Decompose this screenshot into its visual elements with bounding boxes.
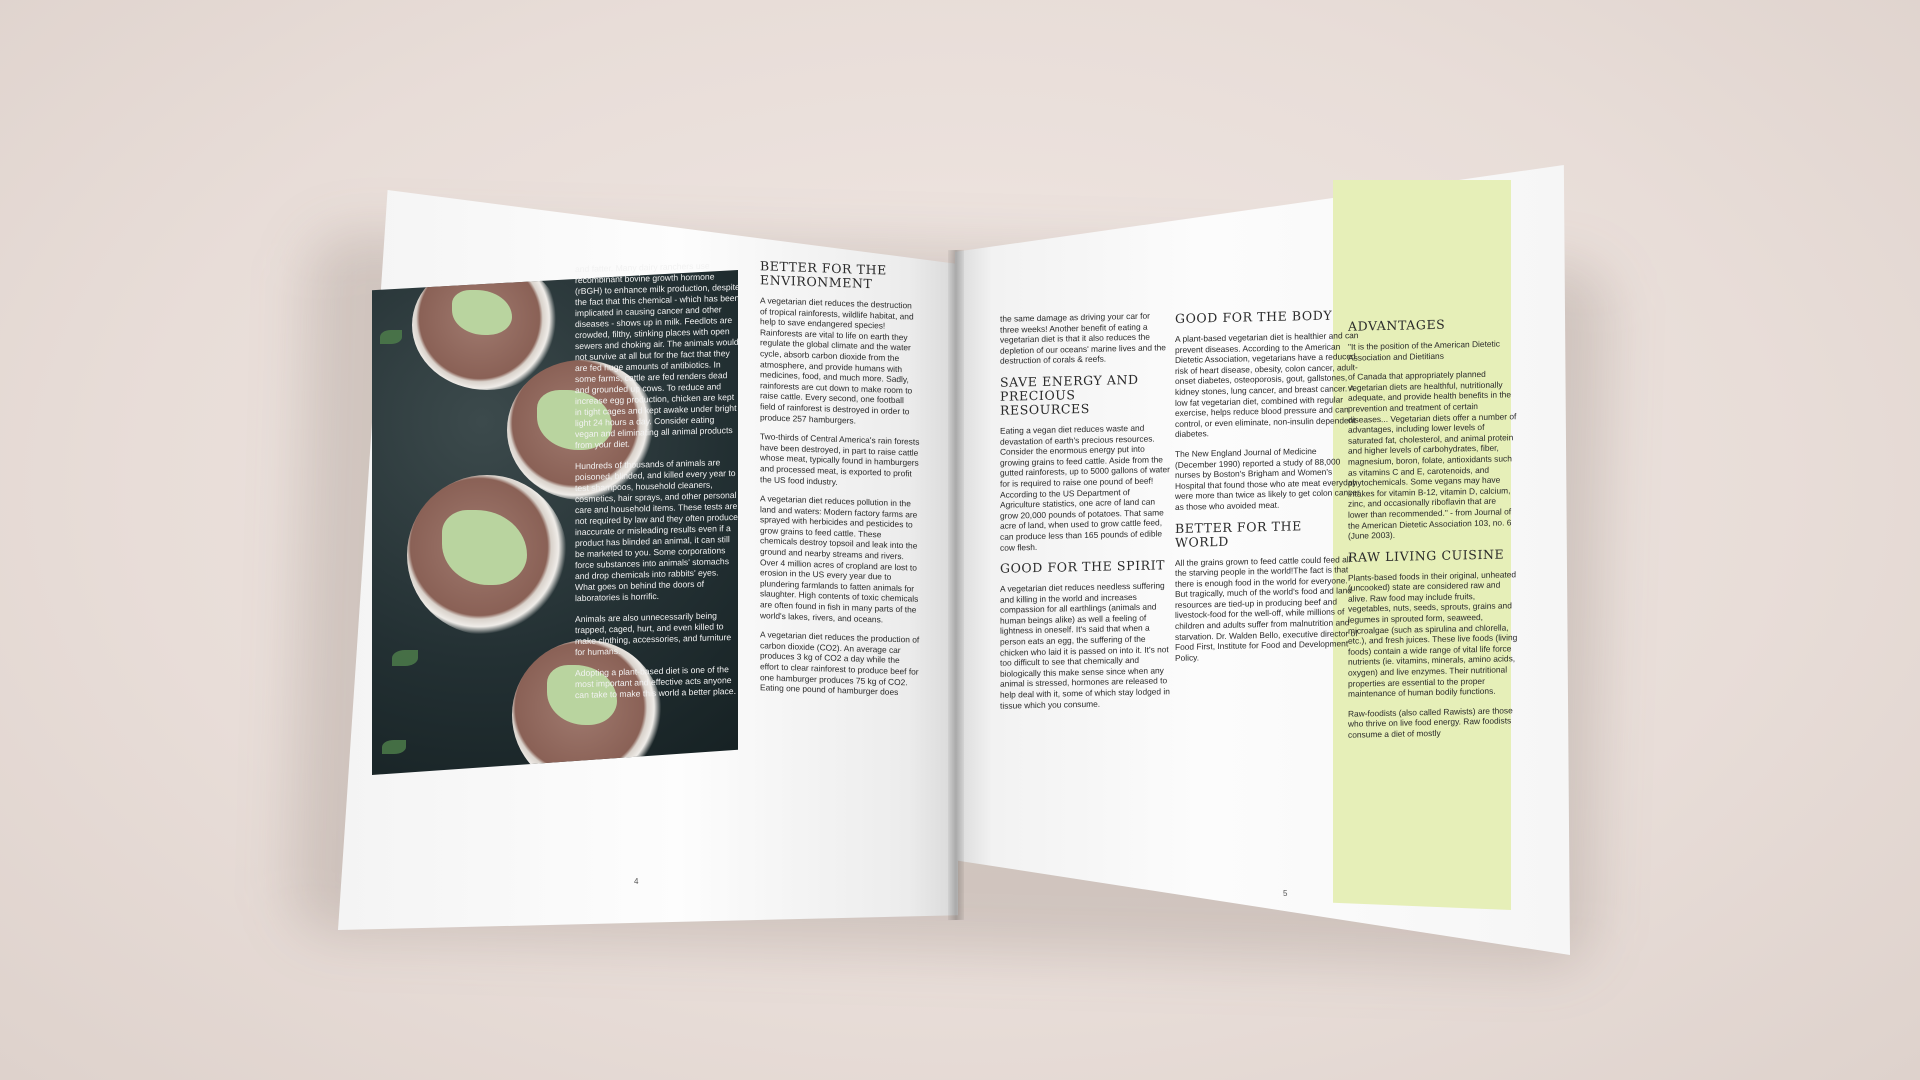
body-paragraph: The New England Journal of Medicine (Dec… — [1175, 445, 1360, 512]
quote-paragraph: "It is the position of the American Diet… — [1348, 338, 1500, 363]
heading-save-energy: SAVE ENERGY AND PRECIOUS RESOURCES — [1000, 371, 1139, 418]
body-paragraph: Eating a vegan diet reduces waste and de… — [1000, 422, 1170, 553]
left-text-column: BETTER FOR THE ENVIRONMENT A vegetarian … — [760, 259, 920, 735]
photo-overlay-text: and fatter. Many dairy ranchers use reco… — [575, 260, 740, 764]
overlay-paragraph: and fatter. Many dairy ranchers use reco… — [575, 260, 740, 451]
heading-world: BETTER FOR THE WORLD — [1175, 517, 1302, 550]
heading-body: GOOD FOR THE BODY — [1175, 308, 1333, 326]
leaf-shape — [392, 650, 418, 666]
body-paragraph: Two-thirds of Central America's rain for… — [760, 431, 920, 487]
heading-spirit: GOOD FOR THE SPIRIT — [1000, 557, 1166, 576]
body-paragraph: A plant-based vegetarian diet is healthi… — [1175, 330, 1359, 440]
overlay-paragraph: Adopting a plant-based diet is one of th… — [575, 664, 736, 701]
body-paragraph: A vegetarian diet reduces needless suffe… — [1000, 580, 1170, 711]
body-paragraph: Raw-foodists (also called Rawists) are t… — [1348, 705, 1513, 740]
overlay-paragraph: Hundreds of thousands of animals are poi… — [575, 457, 738, 604]
heading-raw-cuisine: RAW LIVING CUISINE — [1348, 546, 1505, 565]
right-text-column-2: GOOD FOR THE BODY A plant-based vegetari… — [1175, 308, 1360, 712]
heading-advantages: ADVANTAGES — [1348, 316, 1446, 334]
overlay-paragraph: Animals are also unnecessarily being tra… — [575, 610, 732, 658]
leaf-shape — [380, 330, 402, 344]
body-paragraph: of Canada that appropriately planned veg… — [1348, 369, 1517, 541]
page-number-left: 4 — [634, 877, 639, 886]
body-paragraph: A vegetarian diet reduces the destructio… — [760, 295, 914, 426]
body-paragraph: A vegetarian diet reduces pollution in t… — [760, 493, 919, 625]
right-text-column-1: the same damage as driving your car for … — [1000, 310, 1170, 714]
page-number-right: 5 — [1283, 889, 1288, 898]
right-text-column-3: ADVANTAGES "It is the position of the Am… — [1348, 316, 1518, 760]
magazine-spine — [948, 249, 964, 921]
body-paragraph: A vegetarian diet reduces the production… — [760, 629, 920, 698]
leaf-shape — [382, 740, 406, 754]
body-paragraph: the same damage as driving your car for … — [1000, 310, 1166, 367]
body-paragraph: All the grains grown to feed cattle coul… — [1175, 553, 1358, 663]
body-paragraph: Plants-based foods in their original, un… — [1348, 568, 1518, 699]
heading-environment: BETTER FOR THE ENVIRONMENT — [760, 259, 887, 292]
